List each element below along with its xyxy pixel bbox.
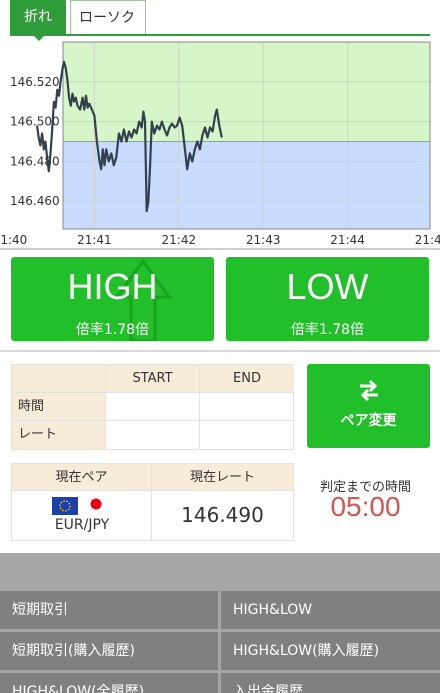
- jp-flag-icon: [90, 498, 102, 510]
- high-label: HIGH: [67, 266, 158, 307]
- x-tick-label: 21:43: [246, 233, 281, 247]
- y-tick-label: 146.460: [10, 194, 60, 208]
- low-payout-rate: 倍率1.78倍: [290, 322, 365, 338]
- price-chart: 146.520146.500146.480146.46021:4021:4121…: [0, 36, 440, 248]
- section-divider: [0, 350, 440, 352]
- start-time-value: [106, 393, 200, 421]
- low-button[interactable]: LOW 倍率1.78倍: [226, 257, 429, 341]
- chart-divider: [0, 248, 440, 250]
- menu-short-term-history[interactable]: 短期取引(購入履歴): [0, 632, 218, 670]
- judgement-countdown: 05:00: [330, 491, 401, 522]
- change-pair-button[interactable]: ペア変更: [307, 364, 430, 448]
- col-end-header: END: [200, 365, 294, 393]
- current-info-box: 現在ペア 現在レート EUR/JPY 146.490: [11, 463, 294, 541]
- table-corner: [12, 365, 106, 393]
- high-payout-rate: 倍率1.78倍: [75, 322, 150, 338]
- swap-arrows-icon: [360, 379, 378, 402]
- menu-high-low[interactable]: HIGH&LOW: [221, 591, 440, 629]
- currency-flags: [52, 497, 102, 515]
- end-rate-value: [200, 421, 294, 449]
- chart-high-zone: [63, 42, 430, 142]
- y-tick-label: 146.480: [10, 154, 60, 168]
- app-screen: 折れ線 ローソク 146.520146.500146.480146.46021:…: [0, 0, 440, 693]
- current-rate-value: 146.490: [181, 503, 264, 527]
- end-time-value: [200, 393, 294, 421]
- x-tick-label: 21:44: [330, 233, 365, 247]
- y-tick-label: 146.520: [10, 75, 60, 89]
- start-rate-value: [106, 421, 200, 449]
- x-tick-label: 21:41: [77, 233, 112, 247]
- current-pair-cell: EUR/JPY: [12, 491, 152, 540]
- x-tick-label: 21:42: [162, 233, 197, 247]
- eu-flag-icon: [52, 497, 78, 515]
- trade-time-table: START END 時間 レート: [11, 364, 294, 450]
- menu-high-low-history[interactable]: HIGH&LOW(購入履歴): [221, 632, 440, 670]
- row-rate-header: レート: [12, 421, 106, 449]
- high-button[interactable]: HIGH 倍率1.78倍: [11, 257, 214, 341]
- menu-short-term-trade[interactable]: 短期取引: [0, 591, 218, 629]
- current-rate-header: 現在レート: [152, 464, 293, 491]
- menu-deposit-withdrawal-history[interactable]: 入出金履歴: [221, 673, 440, 693]
- low-label: LOW: [286, 266, 369, 307]
- current-pair-value: EUR/JPY: [54, 517, 110, 533]
- change-pair-label: ペア変更: [340, 413, 397, 429]
- tab-line-chart[interactable]: 折れ線: [10, 0, 66, 59]
- bottom-menu: 短期取引 HIGH&LOW 短期取引(購入履歴) HIGH&LOW(購入履歴) …: [0, 553, 440, 693]
- current-pair-header: 現在ペア: [12, 464, 152, 491]
- price-chart-svg: 146.520146.500146.480146.46021:4021:4121…: [0, 41, 440, 247]
- row-time-header: 時間: [12, 393, 106, 421]
- chart-low-zone: [63, 141, 430, 229]
- tab-candlestick-chart[interactable]: ローソク: [70, 0, 146, 34]
- col-start-header: START: [106, 365, 200, 393]
- chart-type-tabs: 折れ線 ローソク: [0, 0, 440, 59]
- x-tick-label: 21:45: [415, 233, 440, 247]
- menu-high-low-all-history[interactable]: HIGH&LOW(全履歴): [0, 673, 218, 693]
- x-tick-label: 21:40: [0, 233, 27, 247]
